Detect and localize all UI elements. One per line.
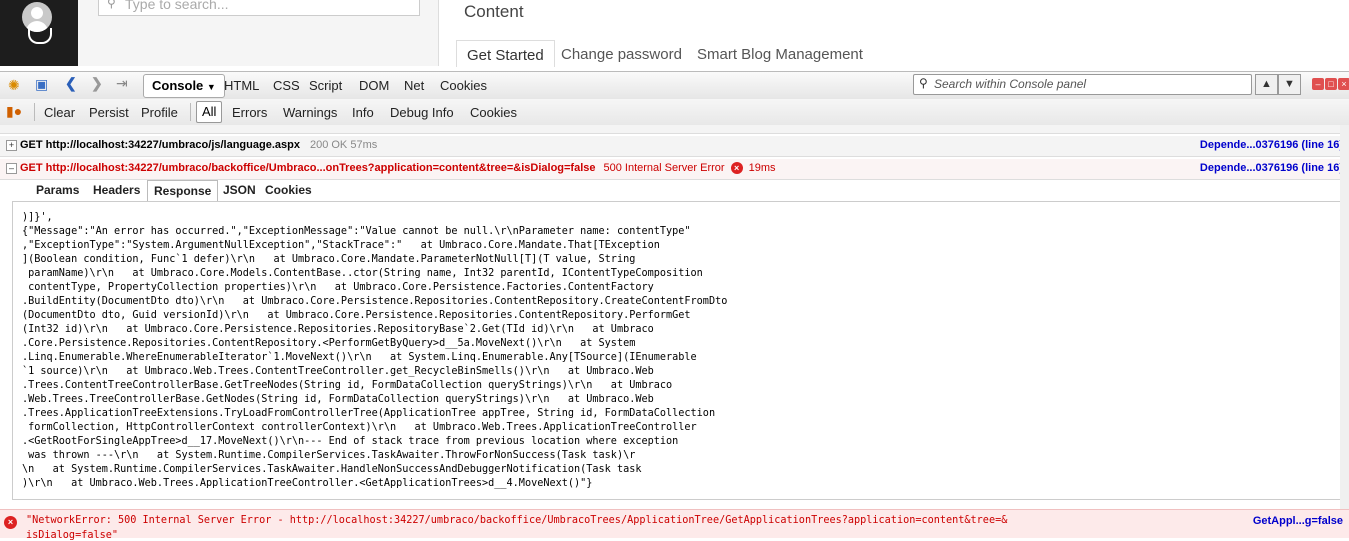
request-status: 200 OK 57ms [309,139,378,151]
network-error-row[interactable]: × "NetworkError: 500 Internal Server Err… [0,509,1349,541]
error-message-cont: isDialog=false" [26,530,119,541]
filter-info-button[interactable]: Info [352,105,374,120]
page-title: Content [464,2,524,21]
request-source-link[interactable]: Depende...0376196 (line 16) [1200,162,1343,174]
request-row[interactable]: + GET http://localhost:34227/umbraco/js/… [0,136,1349,157]
user-avatar-ring [28,28,52,44]
toolbar-divider [190,103,191,121]
console-scrollbar[interactable] [1340,125,1349,509]
chevron-down-icon: ▼ [206,82,216,92]
tab-cookies[interactable]: Cookies [440,78,487,93]
clear-button[interactable]: Clear [44,105,75,120]
filter-all-button[interactable]: All [196,101,223,123]
toolbar-divider [34,103,35,121]
request-row-error[interactable]: – GET http://localhost:34227/umbraco/bac… [0,159,1349,180]
tab-script[interactable]: Script [309,78,342,93]
search-placeholder: Type to search... [125,0,229,12]
collapse-icon[interactable]: – [6,163,17,174]
detach-icon[interactable]: □ [1325,78,1337,90]
search-next-button[interactable]: ▼ [1278,74,1301,95]
tab-headers[interactable]: Headers [93,180,140,201]
request-status: 500 Internal Server Error [603,162,725,174]
request-url[interactable]: GET http://localhost:34227/umbraco/js/la… [20,139,300,151]
response-body: )]}', {"Message":"An error has occurred.… [12,201,1348,500]
profile-button[interactable]: Profile [141,105,178,120]
tab-change-password[interactable]: Change password [561,40,682,66]
filter-errors-button[interactable]: Errors [232,105,267,120]
filter-warnings-button[interactable]: Warnings [283,105,337,120]
persist-button[interactable]: Persist [89,105,129,120]
error-message: "NetworkError: 500 Internal Server Error… [26,515,1008,526]
tab-cookies-detail[interactable]: Cookies [265,180,312,201]
search-previous-button[interactable]: ▲ [1255,74,1278,95]
search-icon: ⚲ [107,0,116,10]
error-icon: × [730,162,743,175]
response-text: )]}', {"Message":"An error has occurred.… [22,212,728,489]
inspect-icon[interactable]: ▣ [35,76,48,93]
tab-response[interactable]: Response [147,180,219,203]
error-source-link[interactable]: GetAppl...g=false [1253,515,1343,527]
request-url[interactable]: GET http://localhost:34227/umbraco/backo… [20,162,596,174]
tab-get-started[interactable]: Get Started [456,40,555,67]
search-input[interactable]: ⚲ Type to search... [98,0,420,16]
tab-json[interactable]: JSON [223,180,256,201]
break-on-error-icon[interactable]: ▮● [6,103,22,120]
tab-smart-blog-management[interactable]: Smart Blog Management [697,40,863,66]
minimize-icon[interactable]: – [1312,78,1324,90]
tab-console[interactable]: Console ▼ [143,74,225,98]
request-source-link[interactable]: Depende...0376196 (line 16) [1200,139,1343,151]
tab-css[interactable]: CSS [273,78,300,93]
search-icon: ⚲ [919,76,928,90]
error-icon: × [4,516,17,529]
tab-dom[interactable]: DOM [359,78,389,93]
filter-cookies-button[interactable]: Cookies [470,105,517,120]
console-toolbar: ▮● Clear Persist Profile All Errors Warn… [0,99,1349,126]
tab-params[interactable]: Params [36,180,79,201]
tab-net[interactable]: Net [404,78,424,93]
request-time: 19ms [748,162,776,174]
command-line-icon[interactable]: ⇥ [116,75,128,92]
console-search-input[interactable]: ⚲ Search within Console panel [913,74,1252,95]
tab-html[interactable]: HTML [224,78,259,93]
expand-icon[interactable]: + [6,140,17,151]
firebug-panel-bar: ✺ ▣ ❮ ❯ ⇥ Console ▼ HTML CSS Script DOM … [0,71,1349,100]
log-row-partial [0,125,1349,134]
back-icon[interactable]: ❮ [65,75,77,92]
forward-icon[interactable]: ❯ [91,75,103,92]
close-icon[interactable]: × [1338,78,1349,90]
filter-debug-info-button[interactable]: Debug Info [390,105,454,120]
firebug-icon[interactable]: ✺ [8,77,20,94]
